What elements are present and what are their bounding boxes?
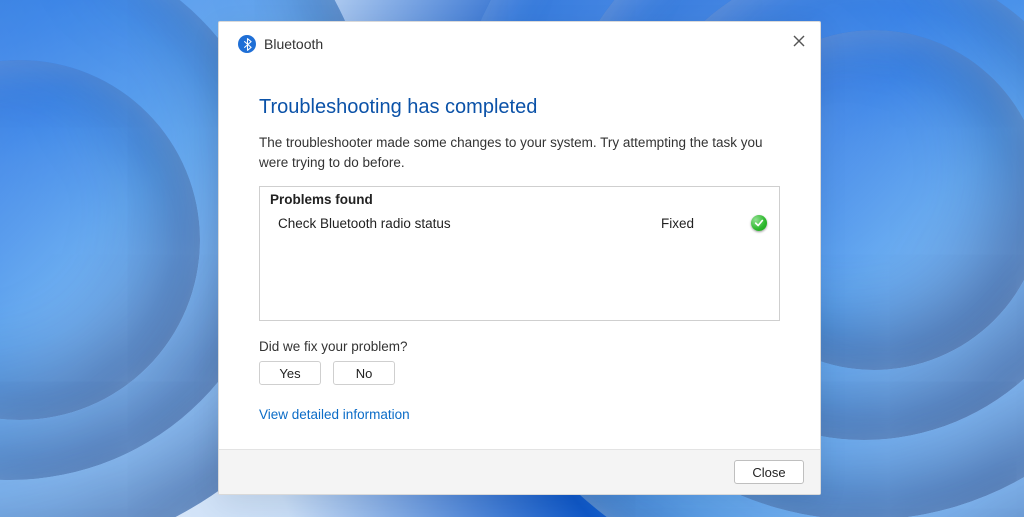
subtext: The troubleshooter made some changes to … [259,133,779,172]
status-icon-wrap [751,215,767,231]
dialog-footer: Close [219,449,820,494]
no-button[interactable]: No [333,361,395,385]
main-heading: Troubleshooting has completed [259,96,780,119]
yes-button[interactable]: Yes [259,361,321,385]
desktop-background: Bluetooth Troubleshooting has completed … [0,0,1024,517]
feedback-question: Did we fix your problem? [259,339,780,354]
view-detailed-information-link[interactable]: View detailed information [259,407,780,422]
problem-row: Check Bluetooth radio status Fixed [260,211,779,235]
bluetooth-icon [238,35,256,53]
dialog-header: Bluetooth [219,22,820,66]
window-close-button[interactable] [784,26,814,56]
problems-found-header: Problems found [260,187,779,211]
close-button[interactable]: Close [734,460,804,484]
problems-found-box: Problems found Check Bluetooth radio sta… [259,186,780,321]
troubleshooter-dialog: Bluetooth Troubleshooting has completed … [218,21,821,495]
problem-name: Check Bluetooth radio status [278,216,661,231]
check-icon [751,215,767,231]
problem-status: Fixed [661,216,751,231]
dialog-title: Bluetooth [264,36,323,52]
dialog-body: Troubleshooting has completed The troubl… [219,66,820,449]
feedback-buttons: Yes No [259,361,780,385]
